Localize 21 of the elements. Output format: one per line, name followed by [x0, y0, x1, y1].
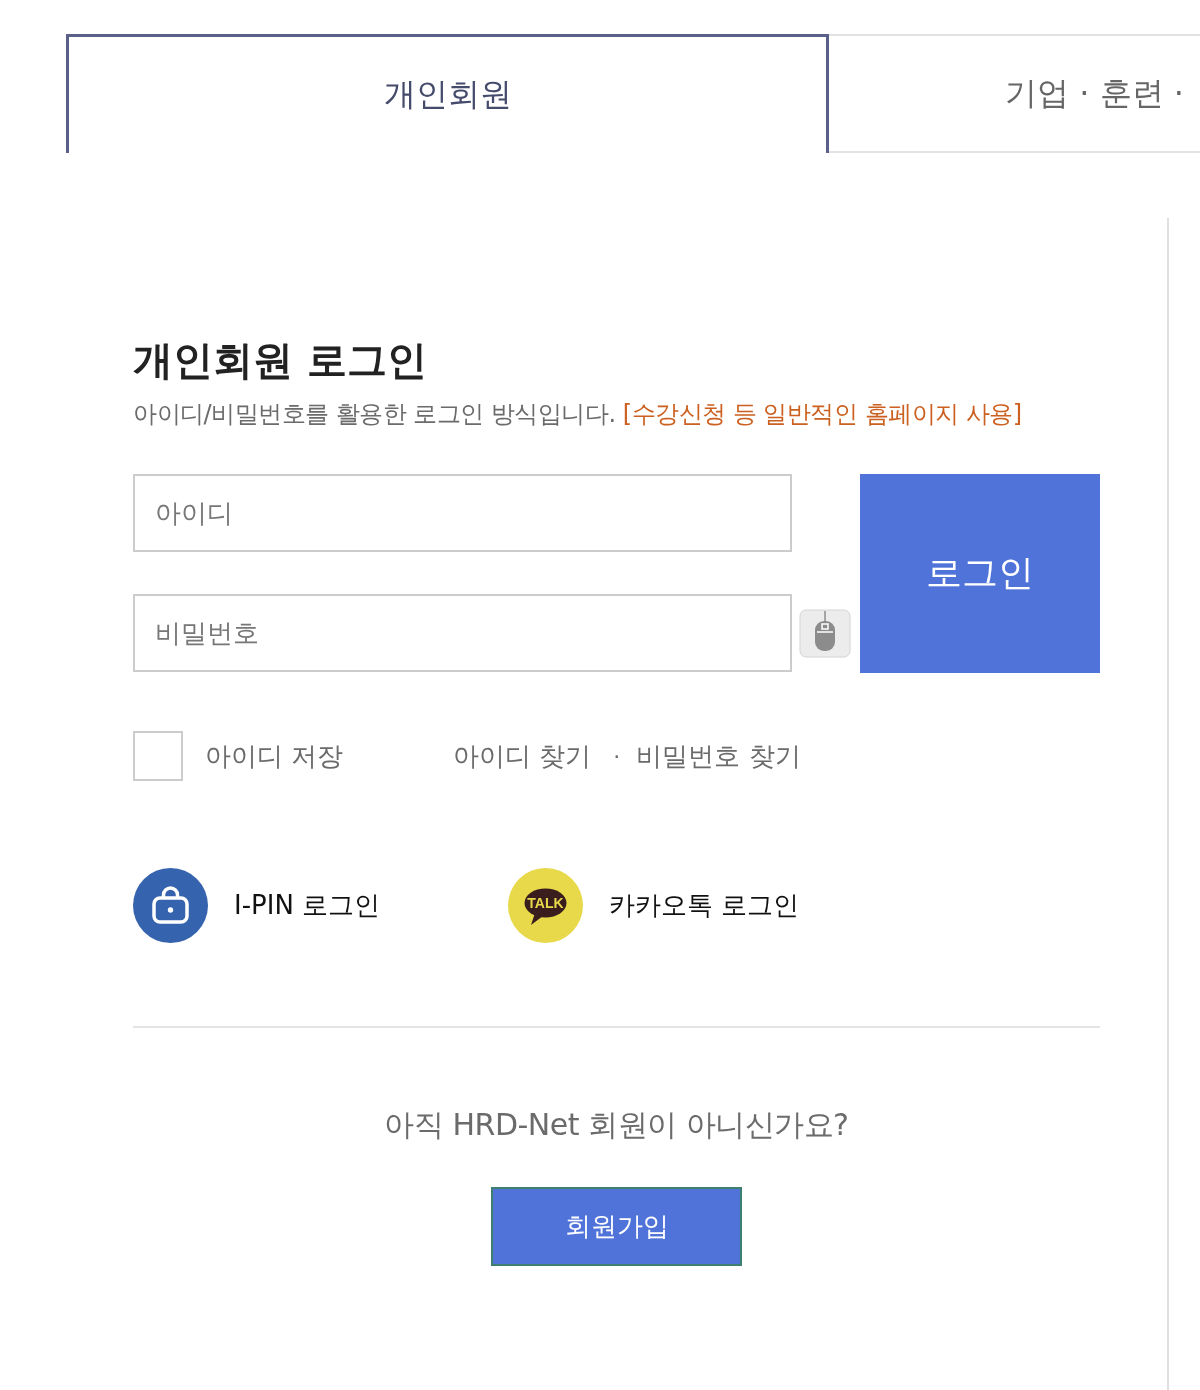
login-button[interactable]: 로그인	[860, 474, 1100, 673]
signup-question: 아직 HRD-Net 회원이 아니신가요?	[383, 1106, 850, 1144]
remember-checkbox[interactable]	[133, 731, 183, 781]
find-password-link[interactable]: 비밀번호 찾기	[636, 738, 801, 774]
login-title: 개인회원 로그인	[133, 336, 428, 384]
speech-bubble-icon[interactable]: TALK	[508, 868, 583, 943]
mouse-icon[interactable]	[799, 608, 851, 658]
tab[interactable]: 기업 · 훈련 ·	[829, 34, 1200, 153]
tab[interactable]: 개인회원	[66, 34, 829, 153]
find-id-link[interactable]: 아이디 찾기	[453, 738, 592, 774]
link-separator: ·	[613, 743, 621, 769]
ipin-login-link[interactable]: I-PIN 로그인	[234, 888, 381, 923]
talk-label: TALK	[527, 895, 564, 911]
kakao-login-link[interactable]: 카카오톡 로그인	[609, 888, 800, 923]
signup-button[interactable]: 회원가입	[491, 1187, 742, 1266]
id-field[interactable]: 아이디	[133, 474, 792, 552]
password-field[interactable]: 비밀번호	[133, 594, 792, 672]
usage-note: [수강신청 등 일반적인 홈페이지 사용]	[622, 400, 1022, 428]
remember-label: 아이디 저장	[205, 739, 344, 773]
login-description: 아이디/비밀번호를 활용한 로그인 방식입니다.	[133, 400, 616, 428]
padlock-icon[interactable]	[133, 868, 208, 943]
